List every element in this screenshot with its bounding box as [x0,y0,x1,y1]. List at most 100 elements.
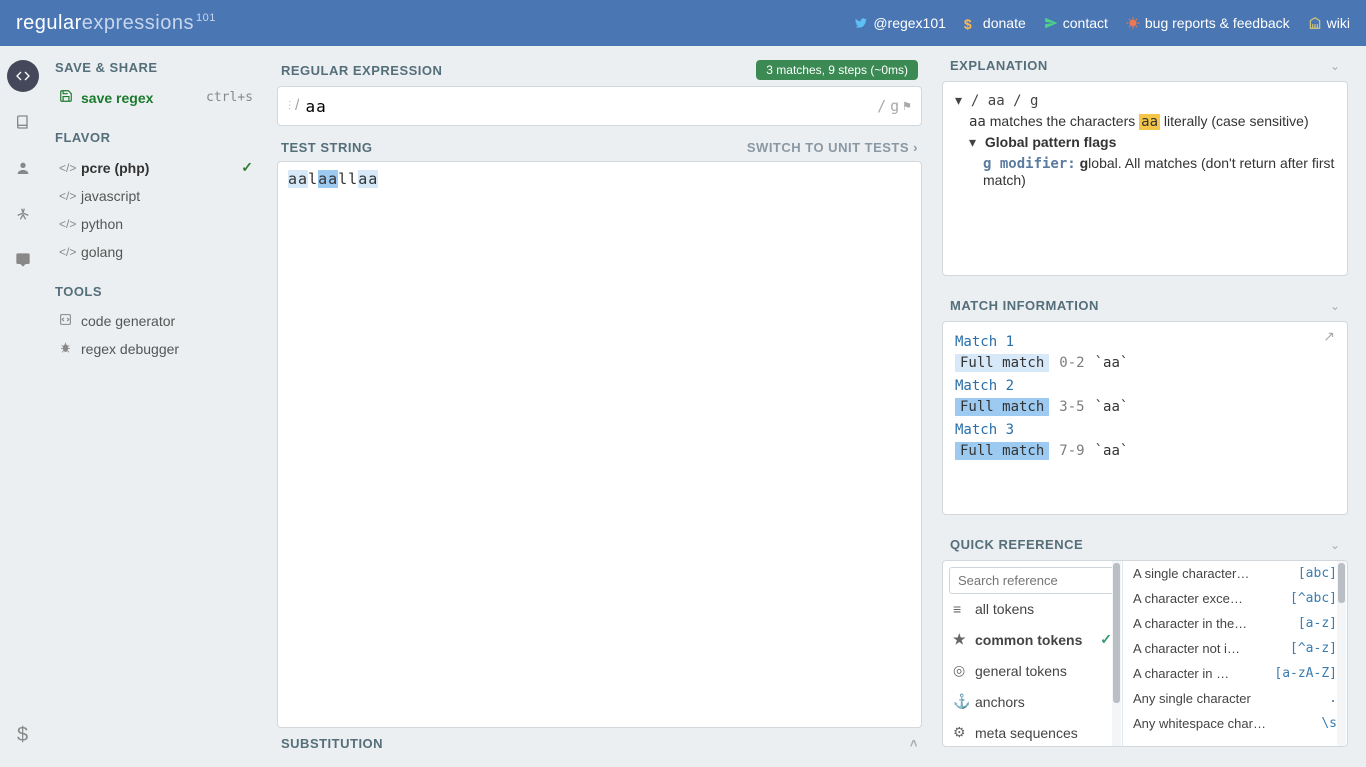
check-icon: ✓ [1100,631,1112,648]
test-segment: l [308,170,318,188]
match-range: 7-9 [1059,443,1084,459]
send-icon [1044,16,1058,30]
scrollbar[interactable] [1337,561,1346,746]
test-segment: aa [288,170,308,188]
nav-bugs[interactable]: bug reports & feedback [1126,15,1290,31]
quickref-cat[interactable]: ⚙meta sequences [949,717,1116,746]
chevron-down-icon[interactable]: ⌄ [1330,299,1340,313]
match-info-body: ↗ Match 1 Full match 0-2 `aa` Match 2 Full ma… [943,322,1347,514]
codegen-icon [59,313,81,329]
tool-regex-debugger[interactable]: regex debugger [55,335,257,363]
logo[interactable]: regularexpressions101 [16,12,216,35]
scrollbar[interactable] [1112,561,1121,746]
quickref-cat[interactable]: ★common tokens✓ [949,624,1116,655]
flavor-python[interactable]: </>python [55,210,257,238]
code-icon: </> [59,217,81,231]
token-code: [^abc] [1290,591,1337,606]
test-string-input[interactable]: aalaallaa [277,161,922,728]
test-title: TEST STRING [281,140,372,155]
cat-icon: ⚓ [953,693,967,710]
quickref-row[interactable]: A character in …[a-zA-Z] [1123,661,1347,686]
test-segment: aa [318,170,338,188]
token-code: [a-zA-Z] [1274,666,1337,681]
quickref-row[interactable]: Any single character. [1123,686,1347,711]
cat-icon: ⚙ [953,724,967,741]
test-segment: aa [358,170,378,188]
cat-icon: ★ [953,631,967,648]
quickref-cat[interactable]: ⚓anchors [949,686,1116,717]
search-input[interactable] [949,567,1116,594]
flavor-javascript[interactable]: </>javascript [55,182,257,210]
save-regex-item[interactable]: save regex ctrl+s [55,83,257,112]
match-range: 3-5 [1059,399,1084,415]
debug-icon [59,341,81,357]
quickref-row[interactable]: A character in the…[a-z] [1123,611,1347,636]
chevron-up-icon[interactable]: ˄ [910,736,918,751]
explanation-body: ▾ / aa / g aa matches the characters aa … [943,82,1347,275]
triangle-down-icon[interactable]: ▾ [955,92,967,109]
flavor-pcre[interactable]: </>pcre (php)✓ [55,153,257,182]
match-label[interactable]: Match 1 [955,334,1335,350]
quickref-cat[interactable]: ◎general tokens [949,655,1116,686]
match-label[interactable]: Match 3 [955,422,1335,438]
triangle-down-icon[interactable]: ▾ [969,134,981,151]
match-value: `aa` [1095,399,1129,415]
chevron-down-icon[interactable]: ⌄ [1330,59,1340,73]
regex-title: REGULAR EXPRESSION [281,63,442,78]
token-code: [abc] [1298,566,1337,581]
save-shortcut: ctrl+s [206,90,253,105]
quickref-row[interactable]: Any whitespace char…\s [1123,711,1347,736]
strip-settings-icon[interactable] [7,198,39,230]
substitution-title: SUBSTITUTION [281,736,383,751]
nav-wiki[interactable]: wiki [1308,15,1350,31]
strip-regex-icon[interactable] [7,60,39,92]
full-match-badge: Full match [955,398,1049,416]
regex-flags[interactable]: /g⚑ [877,97,911,115]
logo-sub: 101 [196,12,216,24]
match-range: 0-2 [1059,355,1084,371]
token-code: . [1329,691,1337,706]
wiki-icon [1308,16,1322,30]
cat-icon: ≡ [953,601,967,617]
quickref-row[interactable]: A character exce…[^abc] [1123,586,1347,611]
quickref-title: QUICK REFERENCE [950,537,1083,552]
flag-icon: ⚑ [903,99,911,114]
icon-strip: $ [0,46,45,767]
nav-donate[interactable]: $donate [964,15,1026,31]
token-highlight: aa [1139,114,1160,130]
strip-donate-icon[interactable]: $ [7,719,39,751]
tool-code-generator[interactable]: code generator [55,307,257,335]
code-icon: </> [59,161,81,175]
strip-library-icon[interactable] [7,106,39,138]
export-icon[interactable]: ↗ [1323,328,1335,345]
cat-icon: ◎ [953,662,967,679]
explanation-title: EXPLANATION [950,58,1048,73]
match-label[interactable]: Match 2 [955,378,1335,394]
chevron-down-icon[interactable]: ⌄ [1330,538,1340,552]
dollar-icon: $ [964,16,978,30]
quickref-tokens: A single character…[abc]A character exce… [1123,561,1347,746]
regex-menu-icon[interactable]: ⫶ [288,99,291,114]
logo-thin: expressions [82,12,194,34]
sidebar-h-save: SAVE & SHARE [55,60,257,75]
code-icon: </> [59,189,81,203]
strip-chat-icon[interactable] [7,244,39,276]
quickref-cat[interactable]: ≡all tokens [949,594,1116,624]
chevron-right-icon: › [913,140,918,155]
twitter-icon [854,16,868,30]
quickref-row[interactable]: A single character…[abc] [1123,561,1347,586]
switch-unit-tests[interactable]: SWITCH TO UNIT TESTS › [747,140,918,155]
nav-twitter[interactable]: @regex101 [854,15,946,31]
match-summary-badge: 3 matches, 9 steps (~0ms) [756,60,918,80]
code-icon: </> [59,245,81,259]
strip-account-icon[interactable] [7,152,39,184]
regex-input-row: ⫶ / /g⚑ [277,86,922,126]
nav-contact[interactable]: contact [1044,15,1108,31]
quickref-row[interactable]: A character not i…[^a-z] [1123,636,1347,661]
regex-input[interactable] [299,97,877,116]
token-code: \s [1321,716,1337,731]
main-area: REGULAR EXPRESSION 3 matches, 9 steps (~… [267,46,932,767]
full-match-badge: Full match [955,442,1049,460]
match-row: Full match7-9`aa` [955,442,1335,460]
flavor-golang[interactable]: </>golang [55,238,257,266]
